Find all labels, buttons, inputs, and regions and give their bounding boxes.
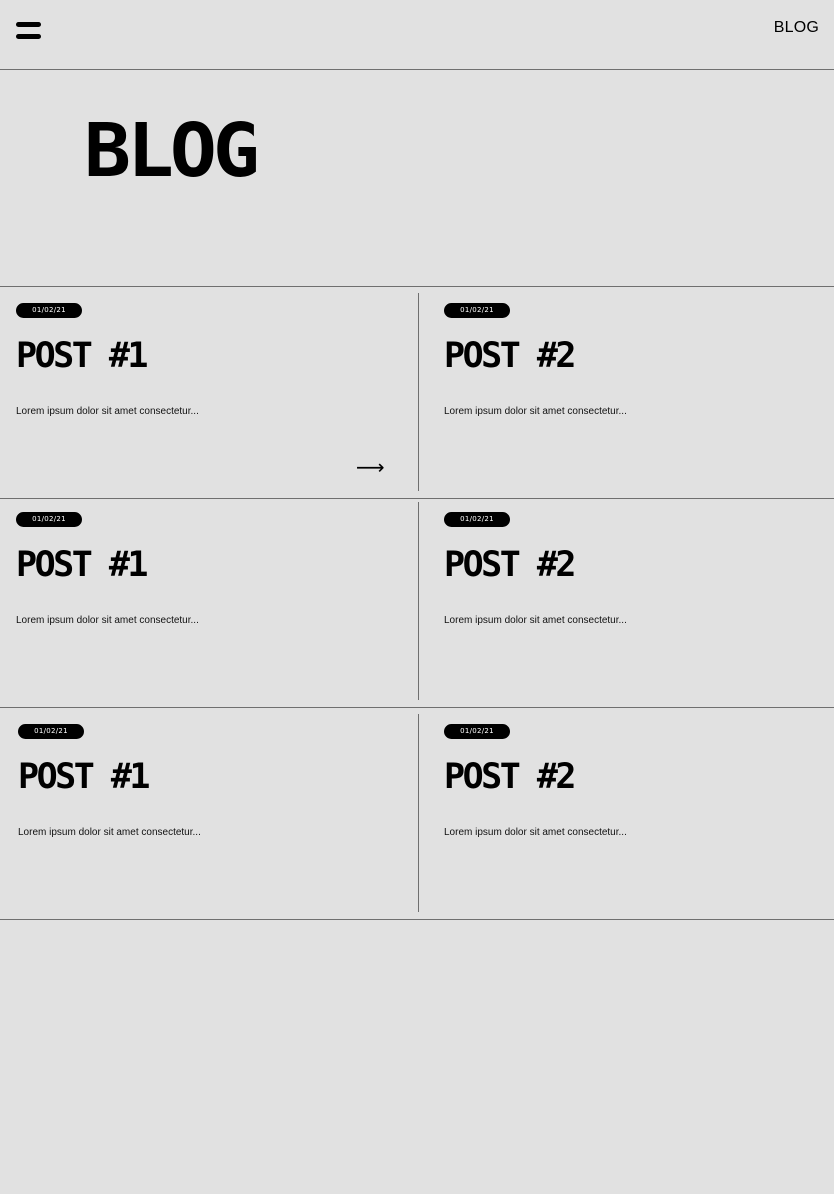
post-row: 01/02/21 POST #1 Lorem ipsum dolor sit a…: [0, 496, 834, 708]
date-badge: 01/02/21: [16, 512, 82, 527]
hamburger-menu-icon[interactable]: [16, 22, 41, 40]
nav-link-blog[interactable]: BLOG: [774, 19, 819, 37]
column-divider: [418, 293, 419, 491]
post-excerpt: Lorem ipsum dolor sit amet consectetur..…: [444, 827, 627, 838]
post-title[interactable]: POST #1: [16, 339, 149, 374]
date-badge: 01/02/21: [444, 512, 510, 527]
date-badge: 01/02/21: [444, 303, 510, 318]
post-card[interactable]: 01/02/21 POST #2 Lorem ipsum dolor sit a…: [444, 287, 834, 498]
column-divider: [418, 502, 419, 700]
post-excerpt: Lorem ipsum dolor sit amet consectetur..…: [18, 827, 201, 838]
top-bar: BLOG: [0, 0, 834, 70]
post-excerpt: Lorem ipsum dolor sit amet consectetur..…: [444, 406, 627, 417]
post-title[interactable]: POST #1: [16, 548, 149, 583]
post-card[interactable]: 01/02/21 POST #1 Lorem ipsum dolor sit a…: [18, 708, 418, 919]
post-excerpt: Lorem ipsum dolor sit amet consectetur..…: [16, 615, 199, 626]
hero-section: BLOG: [0, 70, 834, 287]
page-title: BLOG: [84, 108, 260, 194]
menu-bar-top: [16, 22, 41, 27]
date-badge: 01/02/21: [444, 724, 510, 739]
post-excerpt: Lorem ipsum dolor sit amet consectetur..…: [444, 615, 627, 626]
column-divider: [418, 714, 419, 912]
date-badge: 01/02/21: [18, 724, 84, 739]
post-row: 01/02/21 POST #1 Lorem ipsum dolor sit a…: [0, 287, 834, 499]
read-more-arrow-icon[interactable]: ⟶: [356, 457, 385, 477]
post-title[interactable]: POST #2: [444, 548, 577, 583]
post-row: 01/02/21 POST #1 Lorem ipsum dolor sit a…: [0, 708, 834, 920]
post-excerpt: Lorem ipsum dolor sit amet consectetur..…: [16, 406, 199, 417]
menu-bar-bottom: [16, 34, 41, 39]
post-card[interactable]: 01/02/21 POST #2 Lorem ipsum dolor sit a…: [444, 496, 834, 707]
post-card[interactable]: 01/02/21 POST #1 Lorem ipsum dolor sit a…: [16, 496, 416, 707]
date-badge: 01/02/21: [16, 303, 82, 318]
post-title[interactable]: POST #1: [18, 760, 151, 795]
post-title[interactable]: POST #2: [444, 760, 577, 795]
post-title[interactable]: POST #2: [444, 339, 577, 374]
post-card[interactable]: 01/02/21 POST #2 Lorem ipsum dolor sit a…: [444, 708, 834, 919]
